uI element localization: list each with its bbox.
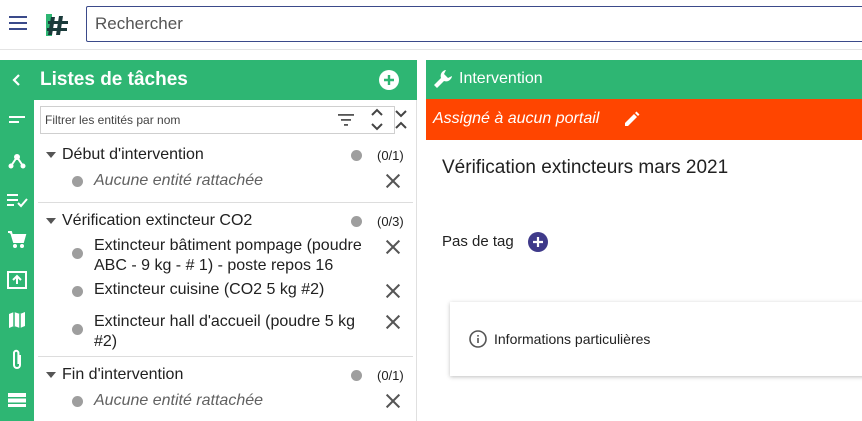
- expand-all-down-icon[interactable]: [369, 120, 385, 132]
- filter-icon[interactable]: [337, 113, 355, 127]
- list-icon[interactable]: [4, 387, 30, 413]
- expand-all-icon[interactable]: [369, 107, 385, 119]
- caret-down-icon: [46, 152, 56, 158]
- task-lists-header: Listes de tâches: [34, 60, 417, 100]
- info-card[interactable]: Informations particulières: [450, 302, 862, 376]
- task-group-count: (0/1): [377, 368, 404, 383]
- map-icon[interactable]: [4, 307, 30, 333]
- close-icon[interactable]: [385, 173, 401, 189]
- filter-input[interactable]: [41, 107, 331, 133]
- intervention-header: Intervention: [426, 60, 862, 99]
- caret-down-icon: [46, 218, 56, 224]
- item-line: ABC - 9 kg - # 1) - poste repos 16: [94, 257, 334, 274]
- task-group-title: Début d'intervention: [62, 146, 204, 163]
- search-input[interactable]: [86, 6, 862, 42]
- task-group-header[interactable]: Début d'intervention (0/1): [34, 142, 417, 168]
- item-line: Extincteur hall d'accueil (poudre 5 kg: [94, 313, 355, 330]
- attachment-icon[interactable]: [4, 347, 30, 373]
- task-group-count: (0/1): [377, 148, 404, 163]
- add-task-list-button[interactable]: [379, 70, 399, 90]
- status-dot: [72, 324, 83, 335]
- plus-icon: [533, 237, 543, 247]
- plus-icon: [384, 75, 394, 85]
- close-icon[interactable]: [385, 393, 401, 409]
- wrench-icon: [434, 70, 452, 88]
- divider: [38, 356, 413, 357]
- status-dot: [72, 248, 83, 259]
- status-dot: [72, 176, 83, 187]
- filter-box: [40, 106, 395, 134]
- item-line: #2): [94, 333, 118, 350]
- chevron-left-icon[interactable]: [4, 67, 30, 93]
- add-tag-button[interactable]: [528, 232, 548, 252]
- close-icon[interactable]: [385, 239, 401, 255]
- graph-icon[interactable]: [4, 147, 30, 173]
- task-group-count: (0/3): [377, 214, 404, 229]
- status-dot: [351, 370, 362, 381]
- collapse-all-up-icon[interactable]: [393, 120, 409, 132]
- cart-icon[interactable]: [4, 227, 30, 253]
- task-group-title: Fin d'intervention: [62, 366, 184, 383]
- item-line: Extincteur bâtiment pompage (poudre: [94, 237, 362, 254]
- status-dot: [351, 216, 362, 227]
- panel-title: Listes de tâches: [40, 69, 188, 90]
- status-dot: [351, 150, 362, 161]
- empty-entity-label: Aucune entité rattachée: [94, 172, 264, 189]
- divider: [38, 202, 413, 203]
- short-text-icon[interactable]: [4, 107, 30, 133]
- intervention-title: Vérification extincteurs mars 2021: [442, 157, 729, 178]
- task-group-header[interactable]: Vérification extincteur CO2 (0/3): [34, 208, 417, 234]
- app-logo: [46, 14, 68, 36]
- upload-icon[interactable]: [4, 267, 30, 293]
- pencil-icon[interactable]: [623, 110, 641, 128]
- top-bar: [0, 0, 862, 50]
- list-item[interactable]: Extincteur hall d'accueil (poudre 5 kg #…: [94, 312, 355, 352]
- checklist-icon[interactable]: [4, 187, 30, 213]
- menu-icon[interactable]: [9, 16, 27, 30]
- status-dot: [72, 286, 83, 297]
- collapse-all-icon[interactable]: [393, 107, 409, 119]
- list-item[interactable]: Extincteur bâtiment pompage (poudre ABC …: [94, 236, 362, 276]
- info-label: Informations particulières: [494, 331, 651, 347]
- caret-down-icon: [46, 372, 56, 378]
- list-item[interactable]: Extincteur cuisine (CO2 5 kg #2): [94, 280, 324, 300]
- task-group-header[interactable]: Fin d'intervention (0/1): [34, 362, 417, 388]
- status-dot: [72, 396, 83, 407]
- task-group-title: Vérification extincteur CO2: [62, 212, 253, 229]
- panel-title: Intervention: [459, 70, 543, 87]
- tag-label: Pas de tag: [442, 233, 514, 250]
- item-line: Extincteur cuisine (CO2 5 kg #2): [94, 281, 325, 298]
- task-lists-panel: Listes de tâches Début d'intervention (0…: [34, 60, 417, 421]
- side-rail: [0, 60, 34, 421]
- portal-assignment-bar[interactable]: Assigné à aucun portail: [426, 99, 862, 140]
- close-icon[interactable]: [385, 283, 401, 299]
- portal-status: Assigné à aucun portail: [433, 110, 600, 127]
- empty-entity-label: Aucune entité rattachée: [94, 392, 264, 409]
- intervention-panel: Intervention Assigné à aucun portail Vér…: [426, 60, 862, 421]
- info-icon: [469, 330, 487, 348]
- close-icon[interactable]: [385, 314, 401, 330]
